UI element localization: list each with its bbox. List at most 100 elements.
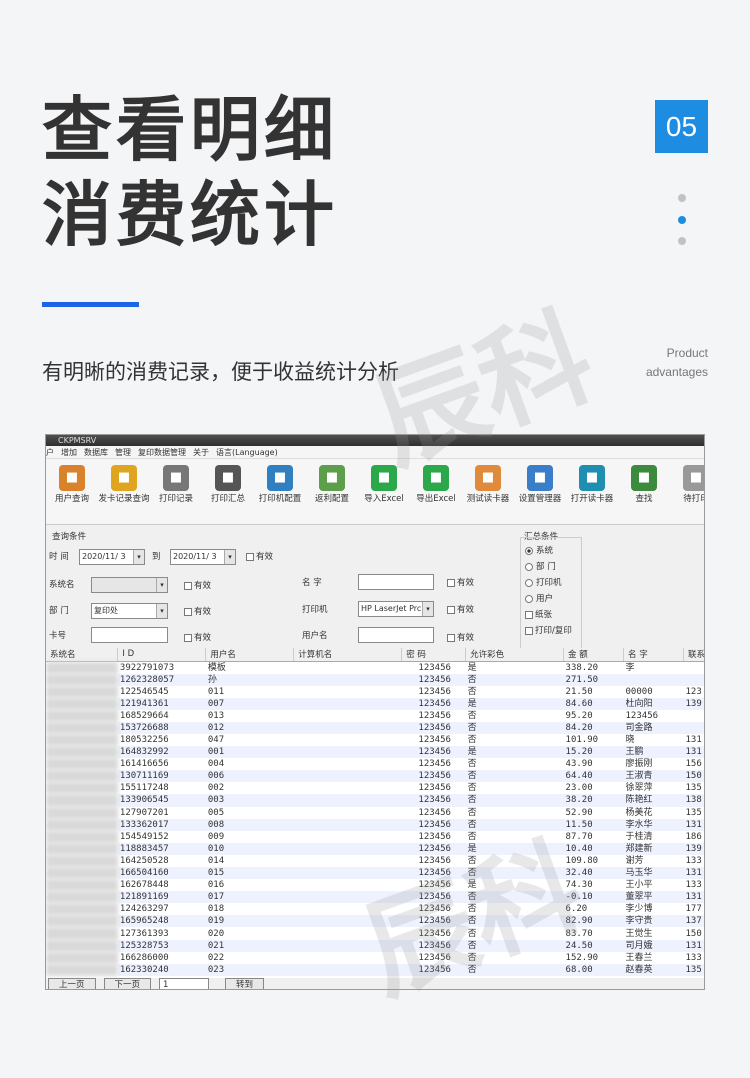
table-row[interactable]: 180532256 047 123456 否 101.90 晓 131 [46,733,704,747]
column-header[interactable]: 名 字 [623,648,684,662]
date-to-picker[interactable]: 2020/11/ 3 [170,549,236,565]
table-row[interactable]: 3922791073 模板 123456 是 338.20 李 [46,661,704,674]
column-header[interactable]: I D [117,648,207,662]
table-row[interactable]: 164250528 014 123456 否 109.80 谢芳 133 [46,854,704,867]
valid-checkbox-username[interactable]: 有效 [447,631,474,643]
table-row[interactable]: 162678448 016 123456 是 74.30 王小平 133 [46,879,704,892]
menu-item[interactable]: 数据库 [84,447,108,458]
pager-dot-active[interactable] [678,216,686,224]
column-header[interactable]: 允许彩色 [465,648,565,662]
table-row[interactable]: 121891169 017 123456 否 -0.10 董翠平 131 [46,891,704,904]
toolbar-button[interactable]: ■ 打印汇总 [202,465,254,504]
table-cell: 131 [683,867,704,880]
table-cell: 123456 [418,735,451,746]
valid-checkbox-time[interactable]: 有效 [246,550,273,562]
summary-checkbox[interactable]: 打印/复印 [525,624,572,636]
prev-page-button[interactable]: 上一页 [48,978,96,989]
summary-radio[interactable]: 系统 [525,544,553,556]
printer-select[interactable]: HP LaserJet Prc [358,601,434,617]
table-row[interactable]: 118883457 010 123456 是 10.40 郑建新 139 [46,842,704,855]
toolbar-button[interactable]: ■ 设置管理器 [514,465,566,504]
menu-item[interactable]: 关于 [193,447,209,458]
toolbar-button[interactable]: ■ 打开读卡器 [566,465,618,504]
table-row[interactable]: 162330240 023 123456 否 68.00 赵春英 135 [46,963,704,976]
page-number-input[interactable]: 1 [159,978,210,989]
toolbar-button[interactable]: ■ 导入Excel [358,465,410,504]
table-row[interactable]: 130711169 006 123456 否 64.40 王淑青 150 [46,770,704,783]
menu-item[interactable]: 增加 [61,447,77,458]
table-row[interactable]: 124263297 018 123456 否 6.20 李少博 177 [46,903,704,916]
menu-item[interactable]: 管理 [115,447,131,458]
toolbar-button[interactable]: ■ 返利配置 [306,465,358,504]
table-row[interactable]: 161416656 004 123456 否 43.90 廖振刚 156 [46,758,704,771]
menu-item[interactable]: 户 [46,447,54,458]
column-header[interactable]: 金 额 [563,648,625,662]
table-cell: 王春兰 [625,952,653,963]
valid-checkbox-printer[interactable]: 有效 [447,603,474,615]
table-cell [293,697,402,710]
valid-checkbox-system[interactable]: 有效 [184,579,211,591]
table-row[interactable]: 127361393 020 123456 否 83.70 王觉生 150 [46,927,704,940]
dept-select[interactable]: 复印处 [91,603,168,619]
table-row[interactable]: 133906545 003 123456 否 38.20 陈艳红 138 [46,794,704,807]
table-row[interactable]: 168529664 013 123456 否 95.20 123456 [46,709,704,722]
table-row[interactable]: 127907201 005 123456 否 52.90 杨美花 135 [46,806,704,819]
toolbar-button[interactable]: ■ 测试读卡器 [462,465,514,504]
table-cell: 王淑青 [623,770,684,783]
table-cell: 是 [465,746,564,759]
summary-radio[interactable]: 打印机 [525,576,562,588]
table-cell: 127907201 [119,807,169,818]
column-header[interactable]: 计算机名 [293,648,403,662]
summary-checkbox[interactable]: 纸张 [525,608,552,620]
column-header[interactable]: 系统名 [46,648,119,662]
pager-dot[interactable] [678,237,686,245]
table-cell: 123456 [401,673,466,686]
valid-checkbox-dept[interactable]: 有效 [184,605,211,617]
valid-checkbox-name[interactable]: 有效 [447,576,474,588]
print-summary-icon: ■ [215,465,241,491]
table-row[interactable]: 133362017 008 123456 否 11.50 李水华 131 [46,818,704,831]
table-cell: 10.40 [563,842,624,855]
valid-checkbox-card[interactable]: 有效 [184,631,211,643]
table-row[interactable]: 1262328057 孙 123456 否 271.50 [46,673,704,686]
date-from-picker[interactable]: 2020/11/ 3 [79,549,145,565]
toolbar-button[interactable]: ■ 查找 [618,465,670,504]
system-name-select[interactable] [91,577,168,593]
table-row[interactable]: 166504160 015 123456 否 32.40 马玉华 131 [46,867,704,880]
column-header[interactable]: 密 码 [401,648,467,662]
table-row[interactable]: 154549152 009 123456 否 87.70 于桂清 186 [46,830,704,843]
table-row[interactable]: 153726688 012 123456 否 84.20 司金路 [46,721,704,734]
table-row[interactable]: 164832992 001 123456 是 15.20 王鹏 131 [46,746,704,759]
toolbar-button[interactable]: ■ 发卡记录查询 [98,465,150,504]
next-page-button[interactable]: 下一页 [103,978,152,989]
search-icon: ■ [631,465,657,491]
table-row[interactable]: 125328753 021 123456 否 24.50 司月娥 131 [46,939,704,952]
table-cell [293,939,402,952]
table-row[interactable]: 122546545 011 123456 否 21.50 00000 123 [46,685,704,698]
card-input[interactable] [91,627,168,643]
table-cell [46,770,118,783]
toolbar-button[interactable]: ■ 打印机配置 [254,465,306,504]
toolbar-button[interactable]: ■ 用户查询 [46,465,98,504]
toolbar-button[interactable]: ■ 导出Excel [410,465,462,504]
table-row[interactable]: 121941361 007 123456 是 84.60 杜向阳 139 [46,697,704,710]
table-row[interactable]: 165965248 019 123456 否 82.90 李守贵 137 [46,915,704,928]
goto-button[interactable]: 转到 [225,978,265,989]
settings-manager-icon: ■ [527,465,553,491]
name-input[interactable] [358,574,434,590]
product-label: Product [666,346,708,360]
menu-item[interactable]: 复印数据管理 [138,447,186,458]
pager-dot[interactable] [678,194,686,202]
table-row[interactable]: 155117248 002 123456 否 23.00 徐翠萍 135 [46,782,704,795]
column-header[interactable]: 联系 [683,648,704,662]
toolbar-button[interactable]: ■ 打印记录 [150,465,202,504]
menu-item[interactable]: 语言(Language) [216,447,278,458]
column-header[interactable]: 用户名 [205,648,295,662]
toolbar-button[interactable]: ■ 待打印 [670,465,704,504]
table-cell: 123456 [418,783,451,794]
summary-radio[interactable]: 用户 [525,592,553,604]
summary-radio[interactable]: 部 门 [525,560,556,572]
username-input[interactable] [358,627,434,643]
table-row[interactable]: 166286000 022 123456 否 152.90 王春兰 133 [46,951,704,964]
table-cell [293,794,402,807]
